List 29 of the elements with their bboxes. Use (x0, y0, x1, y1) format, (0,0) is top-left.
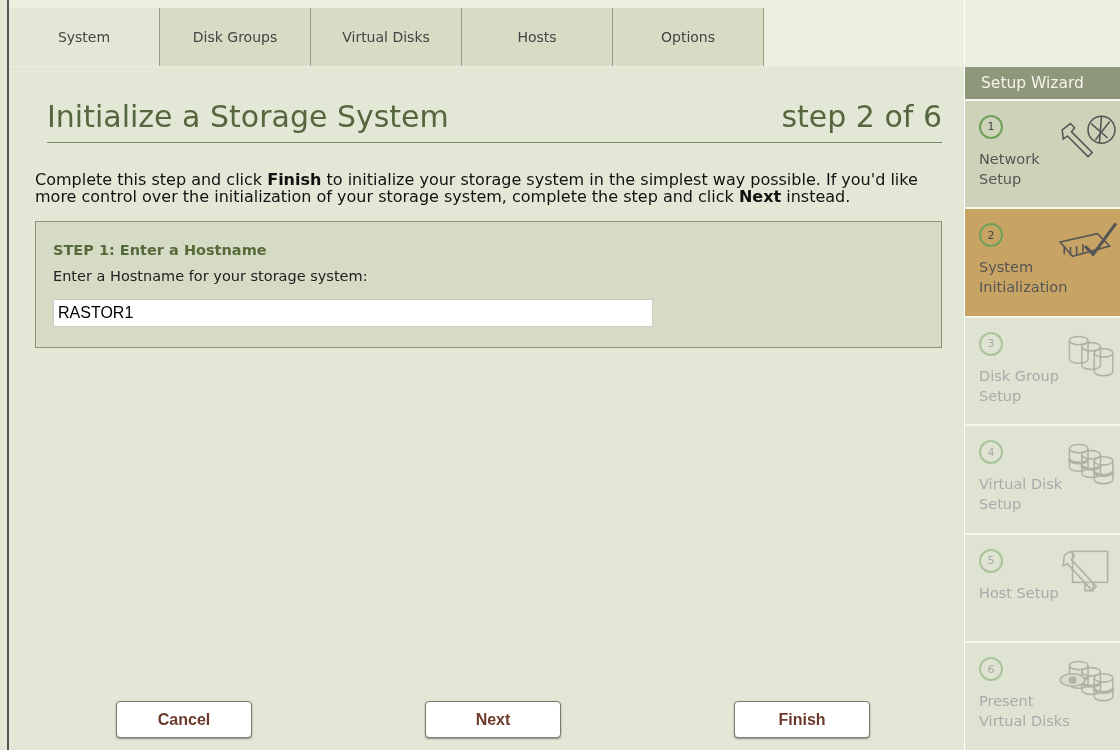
tab[interactable]: Disk Groups (160, 8, 311, 66)
tab[interactable]: System (9, 8, 160, 66)
step-label: Network Setup (979, 149, 1041, 189)
tab[interactable]: Virtual Disks (311, 8, 462, 66)
tab[interactable]: Hosts (462, 8, 613, 66)
wizard-button[interactable]: Finish (734, 701, 870, 738)
wizard-button[interactable]: Next (425, 701, 561, 738)
hostname-field[interactable]: RASTOR1 (53, 299, 653, 327)
step-label: Present Virtual Disks (979, 692, 1071, 732)
step-number: 1 (979, 114, 1003, 139)
step-label: System Initialization (979, 258, 1069, 298)
tab[interactable]: Options (613, 8, 764, 66)
step-number: 4 (979, 440, 1003, 465)
step-label: Disk Group Setup (979, 366, 1060, 406)
step-number: 6 (979, 657, 1003, 682)
field-label: Enter a Hostname for your storage system: (53, 268, 369, 284)
wizard-step[interactable]: 2 System Initialization (965, 207, 1120, 316)
wizard-step[interactable]: 1 Network Setup (965, 98, 1120, 208)
step-heading: STEP 1: Enter a Hostname (53, 242, 268, 258)
step-number: 5 (979, 548, 1003, 573)
page-title: Initialize a Storage System (47, 99, 449, 134)
step-label: Virtual Disk Setup (979, 475, 1064, 515)
step-indicator: step 2 of 6 (781, 99, 942, 134)
step-number: 3 (979, 331, 1003, 356)
step-number: 2 (979, 223, 1003, 248)
step-label: Host Setup (979, 583, 1060, 603)
wizard-title: Setup Wizard (965, 67, 1120, 99)
intro-paragraph: Complete this step and click Finish to initialize your storage system in the simplest way possible. If you'd like more control over the initialization of your storage system, complete the step and click Next instead. (35, 171, 919, 205)
wizard-button[interactable]: Cancel (116, 701, 252, 738)
